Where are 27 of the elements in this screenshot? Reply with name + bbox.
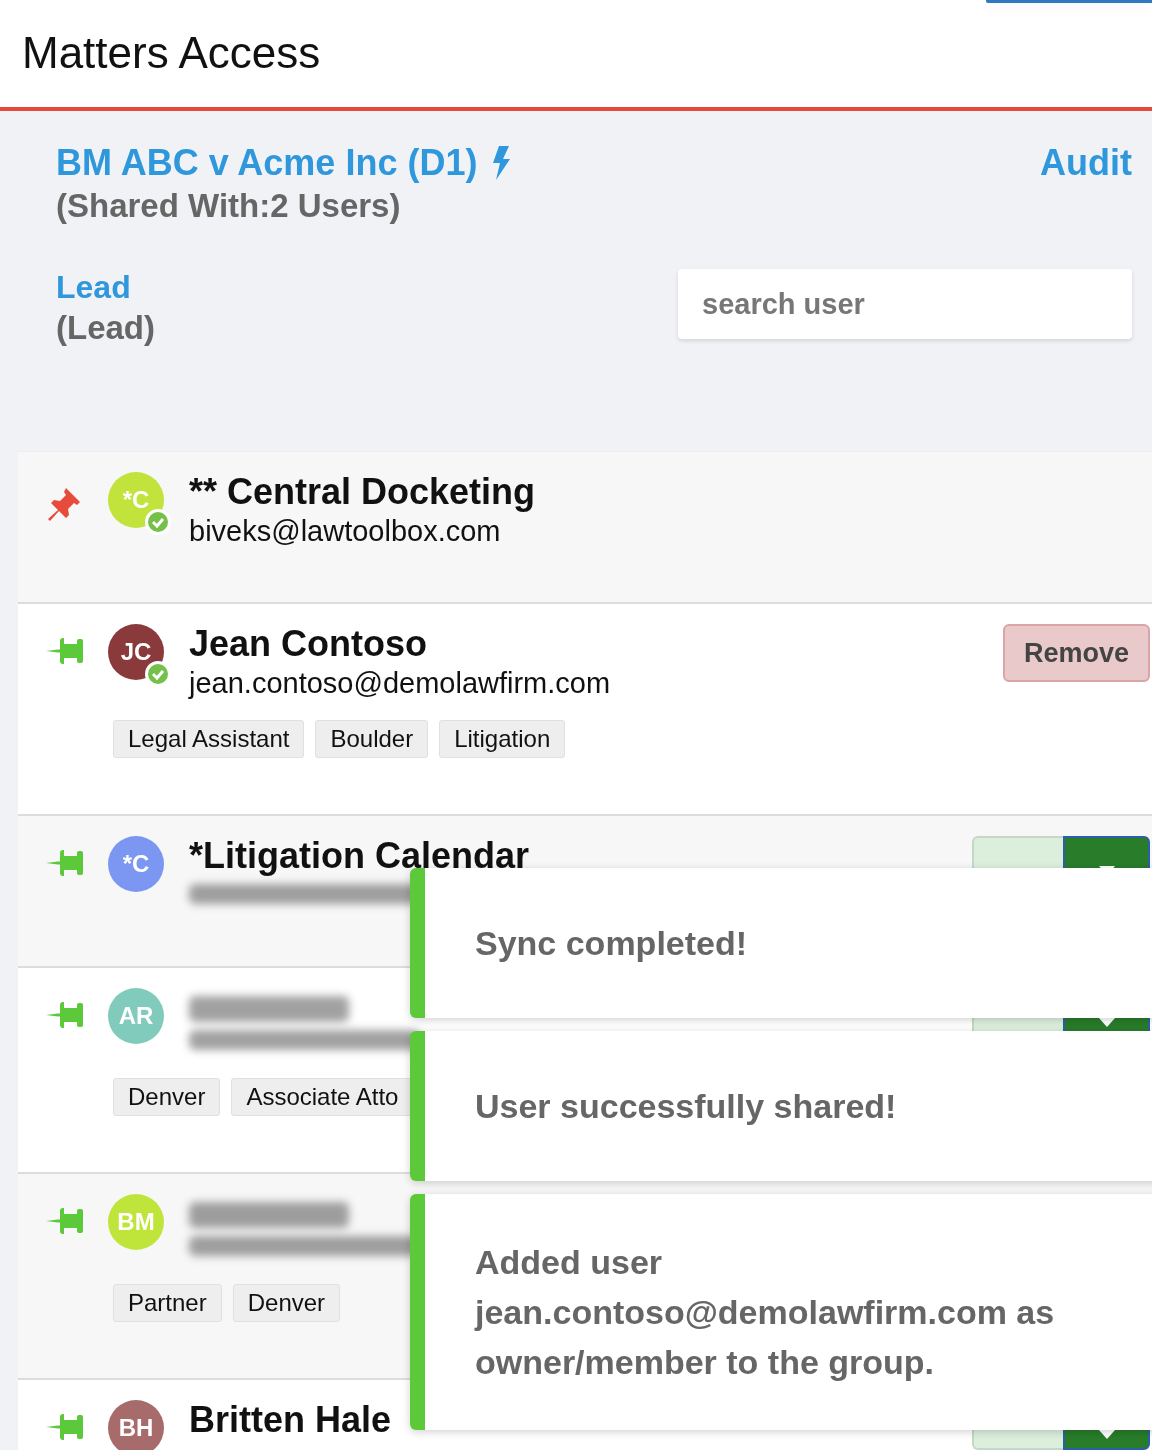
- toast-message: User successfully shared!: [475, 1086, 897, 1127]
- avatar: BM: [108, 1194, 164, 1250]
- tag: Denver: [113, 1078, 221, 1116]
- matter-link[interactable]: BM ABC v Acme Inc (D1): [56, 141, 512, 185]
- tag: Legal Assistant: [113, 720, 305, 758]
- search-field[interactable]: search user: [678, 269, 1132, 339]
- avatar: *C: [108, 836, 164, 892]
- shared-count: (Shared With:2 Users): [56, 186, 402, 226]
- tag: Boulder: [315, 720, 429, 758]
- avatar: BH: [108, 1400, 164, 1450]
- tag: Litigation: [439, 720, 566, 758]
- remove-button[interactable]: Remove: [1003, 624, 1150, 682]
- user-name: Jean Contoso: [189, 624, 428, 664]
- avatar: AR: [108, 988, 164, 1044]
- tag: Partner: [113, 1284, 222, 1322]
- toast-message: Added user jean.contoso@demolawfirm.com as owner/member to the group.: [475, 1242, 1056, 1383]
- user-name: *Litigation Calendar: [189, 836, 530, 876]
- user-email: jean.contoso@demolawfirm.com: [189, 666, 611, 701]
- lead-link[interactable]: Lead: [56, 267, 131, 307]
- lead-role: (Lead): [56, 308, 155, 348]
- tag: Denver: [232, 1284, 341, 1322]
- user-name: ** Central Docketing: [189, 472, 536, 512]
- user-email: biveks@lawtoolbox.com: [189, 514, 501, 549]
- audit-link[interactable]: Audit: [1040, 141, 1132, 185]
- user-name: Britten Hale: [189, 1400, 392, 1440]
- page-title: Matters Access: [22, 28, 321, 78]
- toast-message: Sync completed!: [475, 923, 748, 964]
